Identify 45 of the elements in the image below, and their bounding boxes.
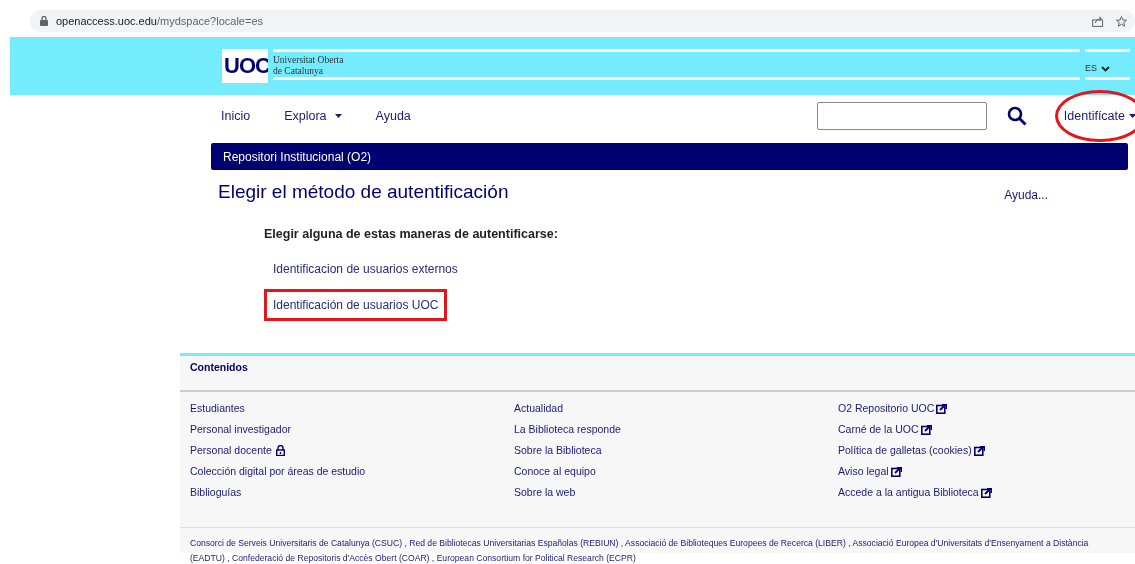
auth-method-link[interactable]: Identificacion de usuarios externos xyxy=(264,253,467,286)
footer-link[interactable]: Carné de la UOC xyxy=(838,419,992,440)
nav-link[interactable]: Inicio xyxy=(221,106,251,126)
external-link-icon xyxy=(980,487,992,498)
footer-link[interactable]: La Biblioteca responde xyxy=(514,419,838,440)
nav-link[interactable]: Explora xyxy=(284,106,342,126)
partners-text: Consorci de Serveis Universitaris de Catalunya (CSUC) , Red de Bibliotecas Universitarias Españolas (REBIUN) , Associació de Biblioteques Europees de Recerca (LIBER) , Associació Europea d'Universitats d'Ensenyament a Distància (EADTU) , Confederació de Repositoris d'Accès Obert (COAR) , European Consortium for Political Research (ECPR) xyxy=(180,527,1135,564)
logo-name: de Catalunya xyxy=(273,66,324,77)
external-link-icon xyxy=(973,445,985,456)
footer-link[interactable]: Biblioguías xyxy=(190,482,514,503)
footer-link[interactable]: Estudiantes xyxy=(190,398,514,419)
chevron-down-icon xyxy=(1101,65,1110,72)
footer-link[interactable]: Aviso legal xyxy=(838,461,992,482)
external-link-icon xyxy=(890,466,902,477)
footer-link[interactable]: Sobre la Biblioteca xyxy=(514,440,838,461)
footer-link[interactable]: Accede a la antigua Biblioteca xyxy=(838,482,992,503)
prompt-text: Elegir alguna de estas maneras de autentificarse: xyxy=(264,225,559,243)
footer-link[interactable]: Sobre la web xyxy=(514,482,838,503)
footer-link[interactable]: Conoce al equipo xyxy=(514,461,838,482)
help-link[interactable]: Ayuda... xyxy=(1004,186,1048,202)
external-link-icon xyxy=(920,424,932,435)
caret-icon xyxy=(1129,114,1135,118)
external-link-icon xyxy=(936,403,948,414)
footer-link[interactable]: Actualidad xyxy=(514,398,838,419)
footer-link[interactable]: Personal docente xyxy=(190,440,514,461)
share-icon xyxy=(1092,15,1104,27)
footer-heading: Contenidos xyxy=(180,356,1135,392)
nav-link[interactable]: Ayuda xyxy=(375,106,411,126)
search-field[interactable] xyxy=(816,102,987,130)
page-title: Elegir el método de autentificación xyxy=(218,180,510,204)
url-text: openaccess.uoc.edu/mydspace?locale=es xyxy=(56,13,263,29)
footer-link[interactable]: Colección digital por áreas de estudio xyxy=(190,461,514,482)
star-icon xyxy=(1116,15,1127,27)
lock-icon xyxy=(40,16,48,26)
padlock-icon xyxy=(275,445,285,456)
breadcrumb-bar[interactable]: Repositori Institucional (O2) xyxy=(211,143,1128,170)
footer-link[interactable]: Personal investigador xyxy=(190,419,514,440)
search-icon[interactable] xyxy=(1006,106,1027,126)
footer-link[interactable]: Política de galletas (cookies) xyxy=(838,440,992,461)
footer-link[interactable]: O2 Repositorio UOC xyxy=(838,398,992,419)
auth-method-link[interactable]: Identificación de usuarios UOC xyxy=(264,289,448,322)
caret-icon xyxy=(334,114,342,118)
address-bar[interactable]: openaccess.uoc.edu/mydspace?locale=es xyxy=(30,10,1135,32)
language-selector[interactable]: ES xyxy=(1085,62,1110,76)
logo-name: Universitat Oberta xyxy=(273,55,345,66)
